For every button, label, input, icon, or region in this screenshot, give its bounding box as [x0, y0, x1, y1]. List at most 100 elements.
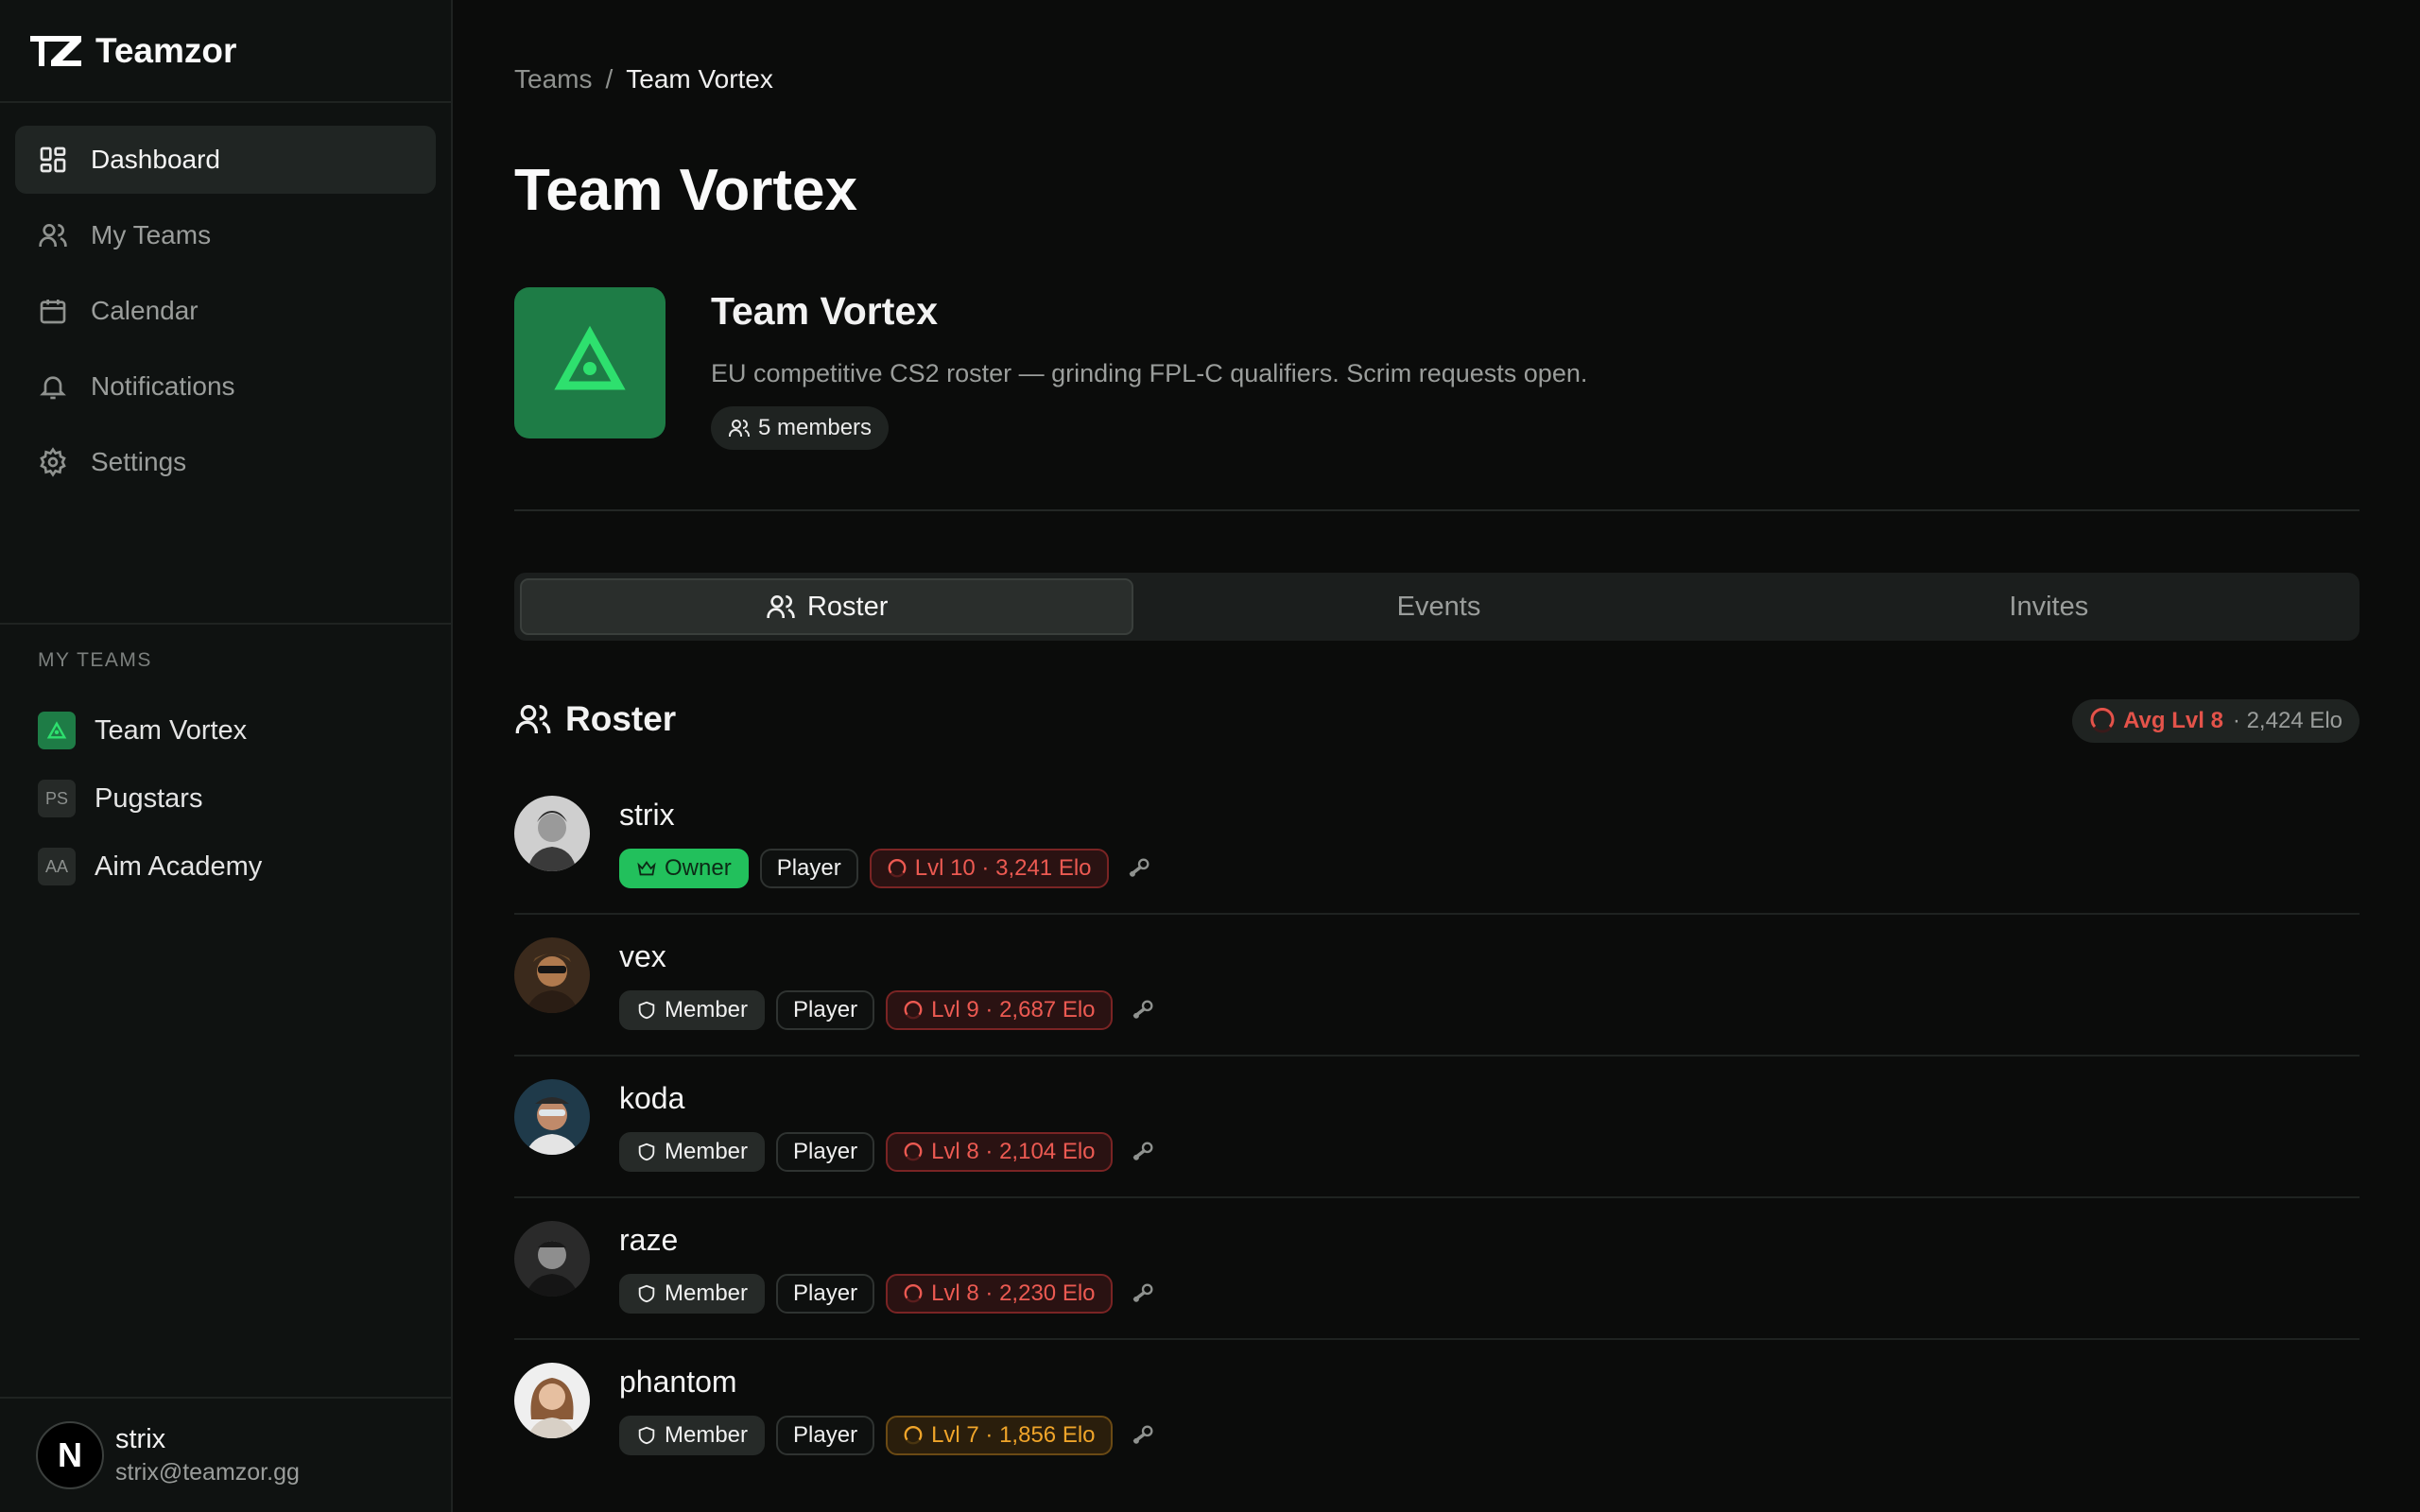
member-badge: Member: [619, 1416, 766, 1455]
team-name: Team Vortex: [95, 714, 248, 746]
faceit-level-icon: [2090, 708, 2115, 733]
tab-roster[interactable]: Roster: [520, 578, 1134, 635]
roster-title: Roster: [565, 699, 677, 738]
steam-icon[interactable]: [1130, 1139, 1156, 1165]
elo-chip: Lvl 8 · 2,104 Elo: [886, 1132, 1113, 1172]
tab-label: Roster: [806, 591, 889, 622]
elo-label: Lvl 10 · 3,241 Elo: [914, 855, 1092, 881]
calendar-icon: [40, 300, 66, 324]
breadcrumb-teams-link[interactable]: Teams: [514, 64, 592, 94]
nav-label: Calendar: [91, 296, 199, 325]
elo-label: Lvl 7 · 1,856 Elo: [931, 1422, 1096, 1448]
steam-icon[interactable]: [1130, 1280, 1156, 1307]
nav-label: Dashboard: [91, 145, 220, 174]
sidebar-team-vortex[interactable]: Team Vortex: [38, 696, 451, 765]
avatar: N: [36, 1421, 104, 1489]
role-chip: Player: [776, 1416, 875, 1455]
team-logo-icon: [514, 287, 666, 438]
elo-chip: Lvl 9 · 2,687 Elo: [886, 990, 1113, 1030]
steam-icon[interactable]: [1130, 1422, 1156, 1449]
nav-label: My Teams: [91, 220, 212, 249]
team-name: Pugstars: [95, 782, 203, 814]
user-name: strix: [115, 1424, 166, 1454]
avatar: [514, 796, 590, 871]
player-badges: Owner Player Lvl 10 · 3,241 Elo: [619, 849, 1152, 888]
elo-chip: Lvl 10 · 3,241 Elo: [869, 849, 1109, 888]
player-name: raze: [619, 1223, 679, 1257]
steam-icon[interactable]: [1130, 997, 1156, 1023]
my-teams-section: MY TEAMS Team Vortex PS Pugstars AA Aim …: [0, 625, 451, 901]
roster-row[interactable]: raze Member Player Lvl 8 · 2,230 Elo: [514, 1198, 2360, 1340]
sidebar-team-pugstars[interactable]: PS Pugstars: [38, 765, 451, 833]
average-elo: · 2,424 Elo: [2232, 708, 2342, 733]
shield-icon: [638, 1426, 655, 1445]
roster-row[interactable]: koda Member Player Lvl 8 · 2,104 Elo: [514, 1057, 2360, 1198]
player-name: koda: [619, 1081, 685, 1115]
member-badge: Member: [619, 1274, 766, 1314]
nav-item-calendar[interactable]: Calendar: [15, 277, 436, 345]
faceit-level-icon: [904, 1143, 923, 1161]
role-badge-label: Owner: [665, 855, 732, 881]
tab-invites[interactable]: Invites: [1744, 578, 2354, 635]
player-name: phantom: [619, 1365, 737, 1399]
role-chip: Player: [776, 990, 875, 1030]
team-vortex-logo-icon: [38, 712, 76, 749]
divider: [514, 509, 2360, 511]
shield-icon: [638, 1143, 655, 1161]
crown-icon: [637, 861, 656, 876]
user-menu[interactable]: N strix strix@teamzor.gg: [0, 1397, 451, 1512]
player-badges: Member Player Lvl 8 · 2,230 Elo: [619, 1274, 1156, 1314]
player-name: vex: [619, 939, 666, 973]
steam-icon[interactable]: [1126, 855, 1152, 882]
elo-chip: Lvl 7 · 1,856 Elo: [886, 1416, 1113, 1455]
brand[interactable]: Teamzor: [0, 0, 451, 103]
page-title: Team Vortex: [514, 158, 857, 223]
role-badge-label: Member: [665, 997, 749, 1022]
nav-item-settings[interactable]: Settings: [15, 428, 436, 496]
users-icon: [729, 420, 750, 437]
team-badge: PS: [38, 780, 76, 817]
users-icon: [515, 705, 551, 733]
roster-row[interactable]: strix Owner Player Lvl 10 · 3,241 Elo: [514, 773, 2360, 915]
members-count: 5 members: [758, 415, 873, 440]
teamzor-logo-icon: [30, 35, 81, 66]
player-badges: Member Player Lvl 9 · 2,687 Elo: [619, 990, 1156, 1030]
user-info: strix strix@teamzor.gg: [115, 1424, 300, 1486]
role-chip: Player: [776, 1132, 875, 1172]
avatar: [514, 1221, 590, 1297]
tab-label: Invites: [2009, 591, 2089, 622]
nav-item-my-teams[interactable]: My Teams: [15, 201, 436, 269]
sidebar-team-aim-academy[interactable]: AA Aim Academy: [38, 833, 451, 901]
breadcrumb-separator: /: [605, 64, 614, 94]
faceit-level-icon: [904, 1001, 923, 1020]
team-name: Team Vortex: [711, 289, 939, 333]
faceit-level-icon: [888, 859, 907, 878]
roster-row[interactable]: phantom Member Player Lvl 7 · 1,856 Elo: [514, 1340, 2360, 1482]
shield-icon: [638, 1284, 655, 1303]
avatar: [514, 1079, 590, 1155]
roster-header: Roster: [514, 699, 676, 739]
users-icon: [767, 595, 795, 618]
average-level-badge: Avg Lvl 8 · 2,424 Elo: [2072, 699, 2360, 743]
tab-events[interactable]: Events: [1133, 578, 1743, 635]
nav-label: Settings: [91, 447, 187, 476]
tab-label: Events: [1396, 591, 1481, 622]
team-name: Aim Academy: [95, 850, 263, 882]
dashboard-icon: [40, 146, 66, 173]
bell-icon: [40, 376, 66, 400]
role-badge-label: Member: [665, 1280, 749, 1306]
shield-icon: [638, 1001, 655, 1020]
member-badge: Member: [619, 990, 766, 1030]
elo-label: Lvl 9 · 2,687 Elo: [931, 997, 1096, 1022]
team-badge: AA: [38, 848, 76, 885]
elo-chip: Lvl 8 · 2,230 Elo: [886, 1274, 1113, 1314]
role-chip: Player: [776, 1274, 875, 1314]
gear-icon: [40, 447, 66, 477]
nav-item-notifications[interactable]: Notifications: [15, 352, 436, 421]
nav-item-dashboard[interactable]: Dashboard: [15, 126, 436, 194]
users-icon: [39, 224, 67, 247]
team-description: EU competitive CS2 roster — grinding FPL…: [711, 359, 1588, 387]
role-badge-label: Member: [665, 1139, 749, 1164]
roster-row[interactable]: vex Member Player Lvl 9 · 2,687 Elo: [514, 915, 2360, 1057]
members-count-badge: 5 members: [711, 406, 890, 450]
